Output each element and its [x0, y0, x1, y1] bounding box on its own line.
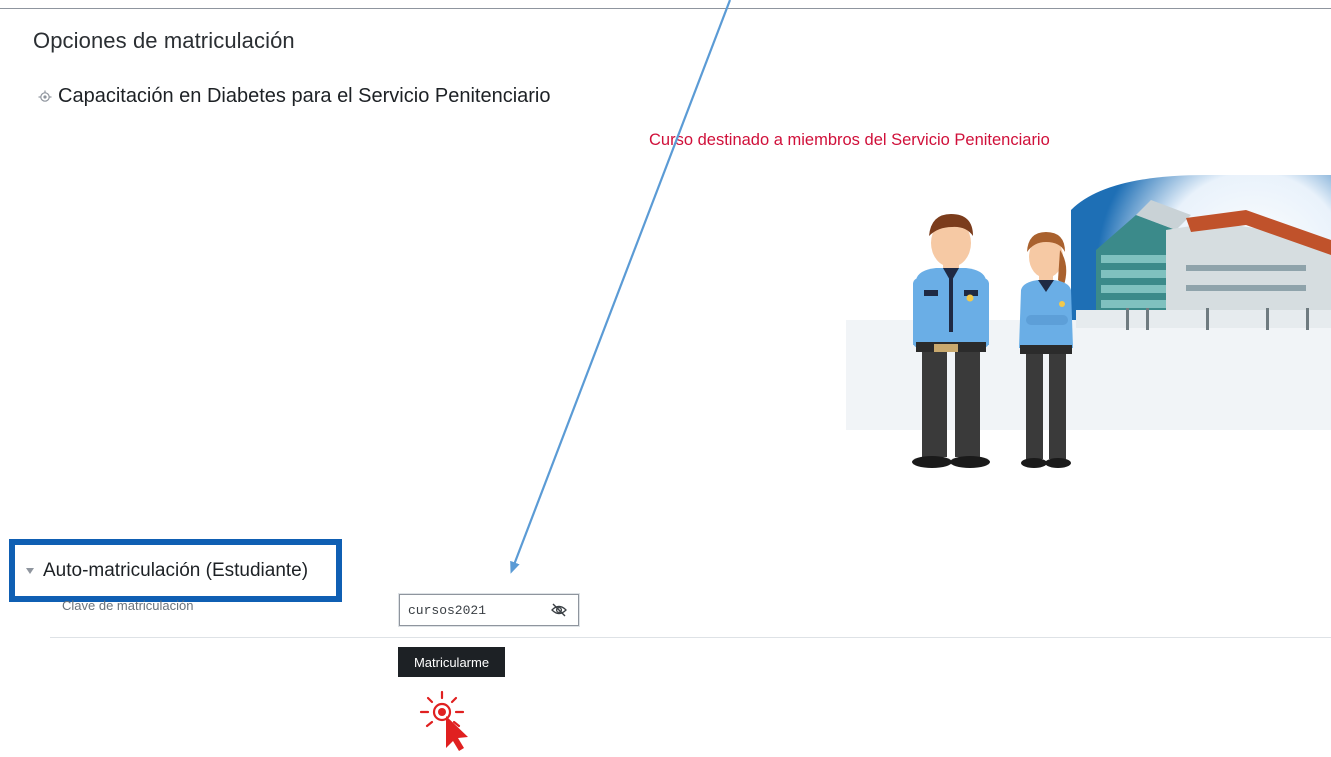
- eye-slash-icon[interactable]: [550, 602, 568, 618]
- course-summary-text: Curso destinado a miembros del Servicio …: [649, 131, 1050, 149]
- course-icon: [36, 88, 54, 106]
- click-cursor-icon: [419, 690, 468, 751]
- female-officer-figure: [1019, 232, 1073, 468]
- course-illustration: [846, 175, 1331, 468]
- course-name-link[interactable]: Capacitación en Diabetes para el Servici…: [58, 85, 551, 108]
- enrolment-key-input[interactable]: [400, 596, 540, 624]
- course-header: Capacitación en Diabetes para el Servici…: [36, 85, 551, 108]
- enrol-me-button[interactable]: Matricularme: [398, 647, 505, 677]
- caret-down-icon: [25, 566, 35, 576]
- section-divider: [50, 637, 1331, 638]
- self-enrolment-section-header[interactable]: Auto-matriculación (Estudiante): [9, 539, 342, 602]
- top-divider: [0, 8, 1331, 9]
- enrolment-key-label: Clave de matriculación: [62, 598, 194, 613]
- self-enrolment-title: Auto-matriculación (Estudiante): [43, 559, 309, 581]
- page-title: Opciones de matriculación: [33, 28, 295, 53]
- enrolment-key-field[interactable]: [399, 594, 579, 626]
